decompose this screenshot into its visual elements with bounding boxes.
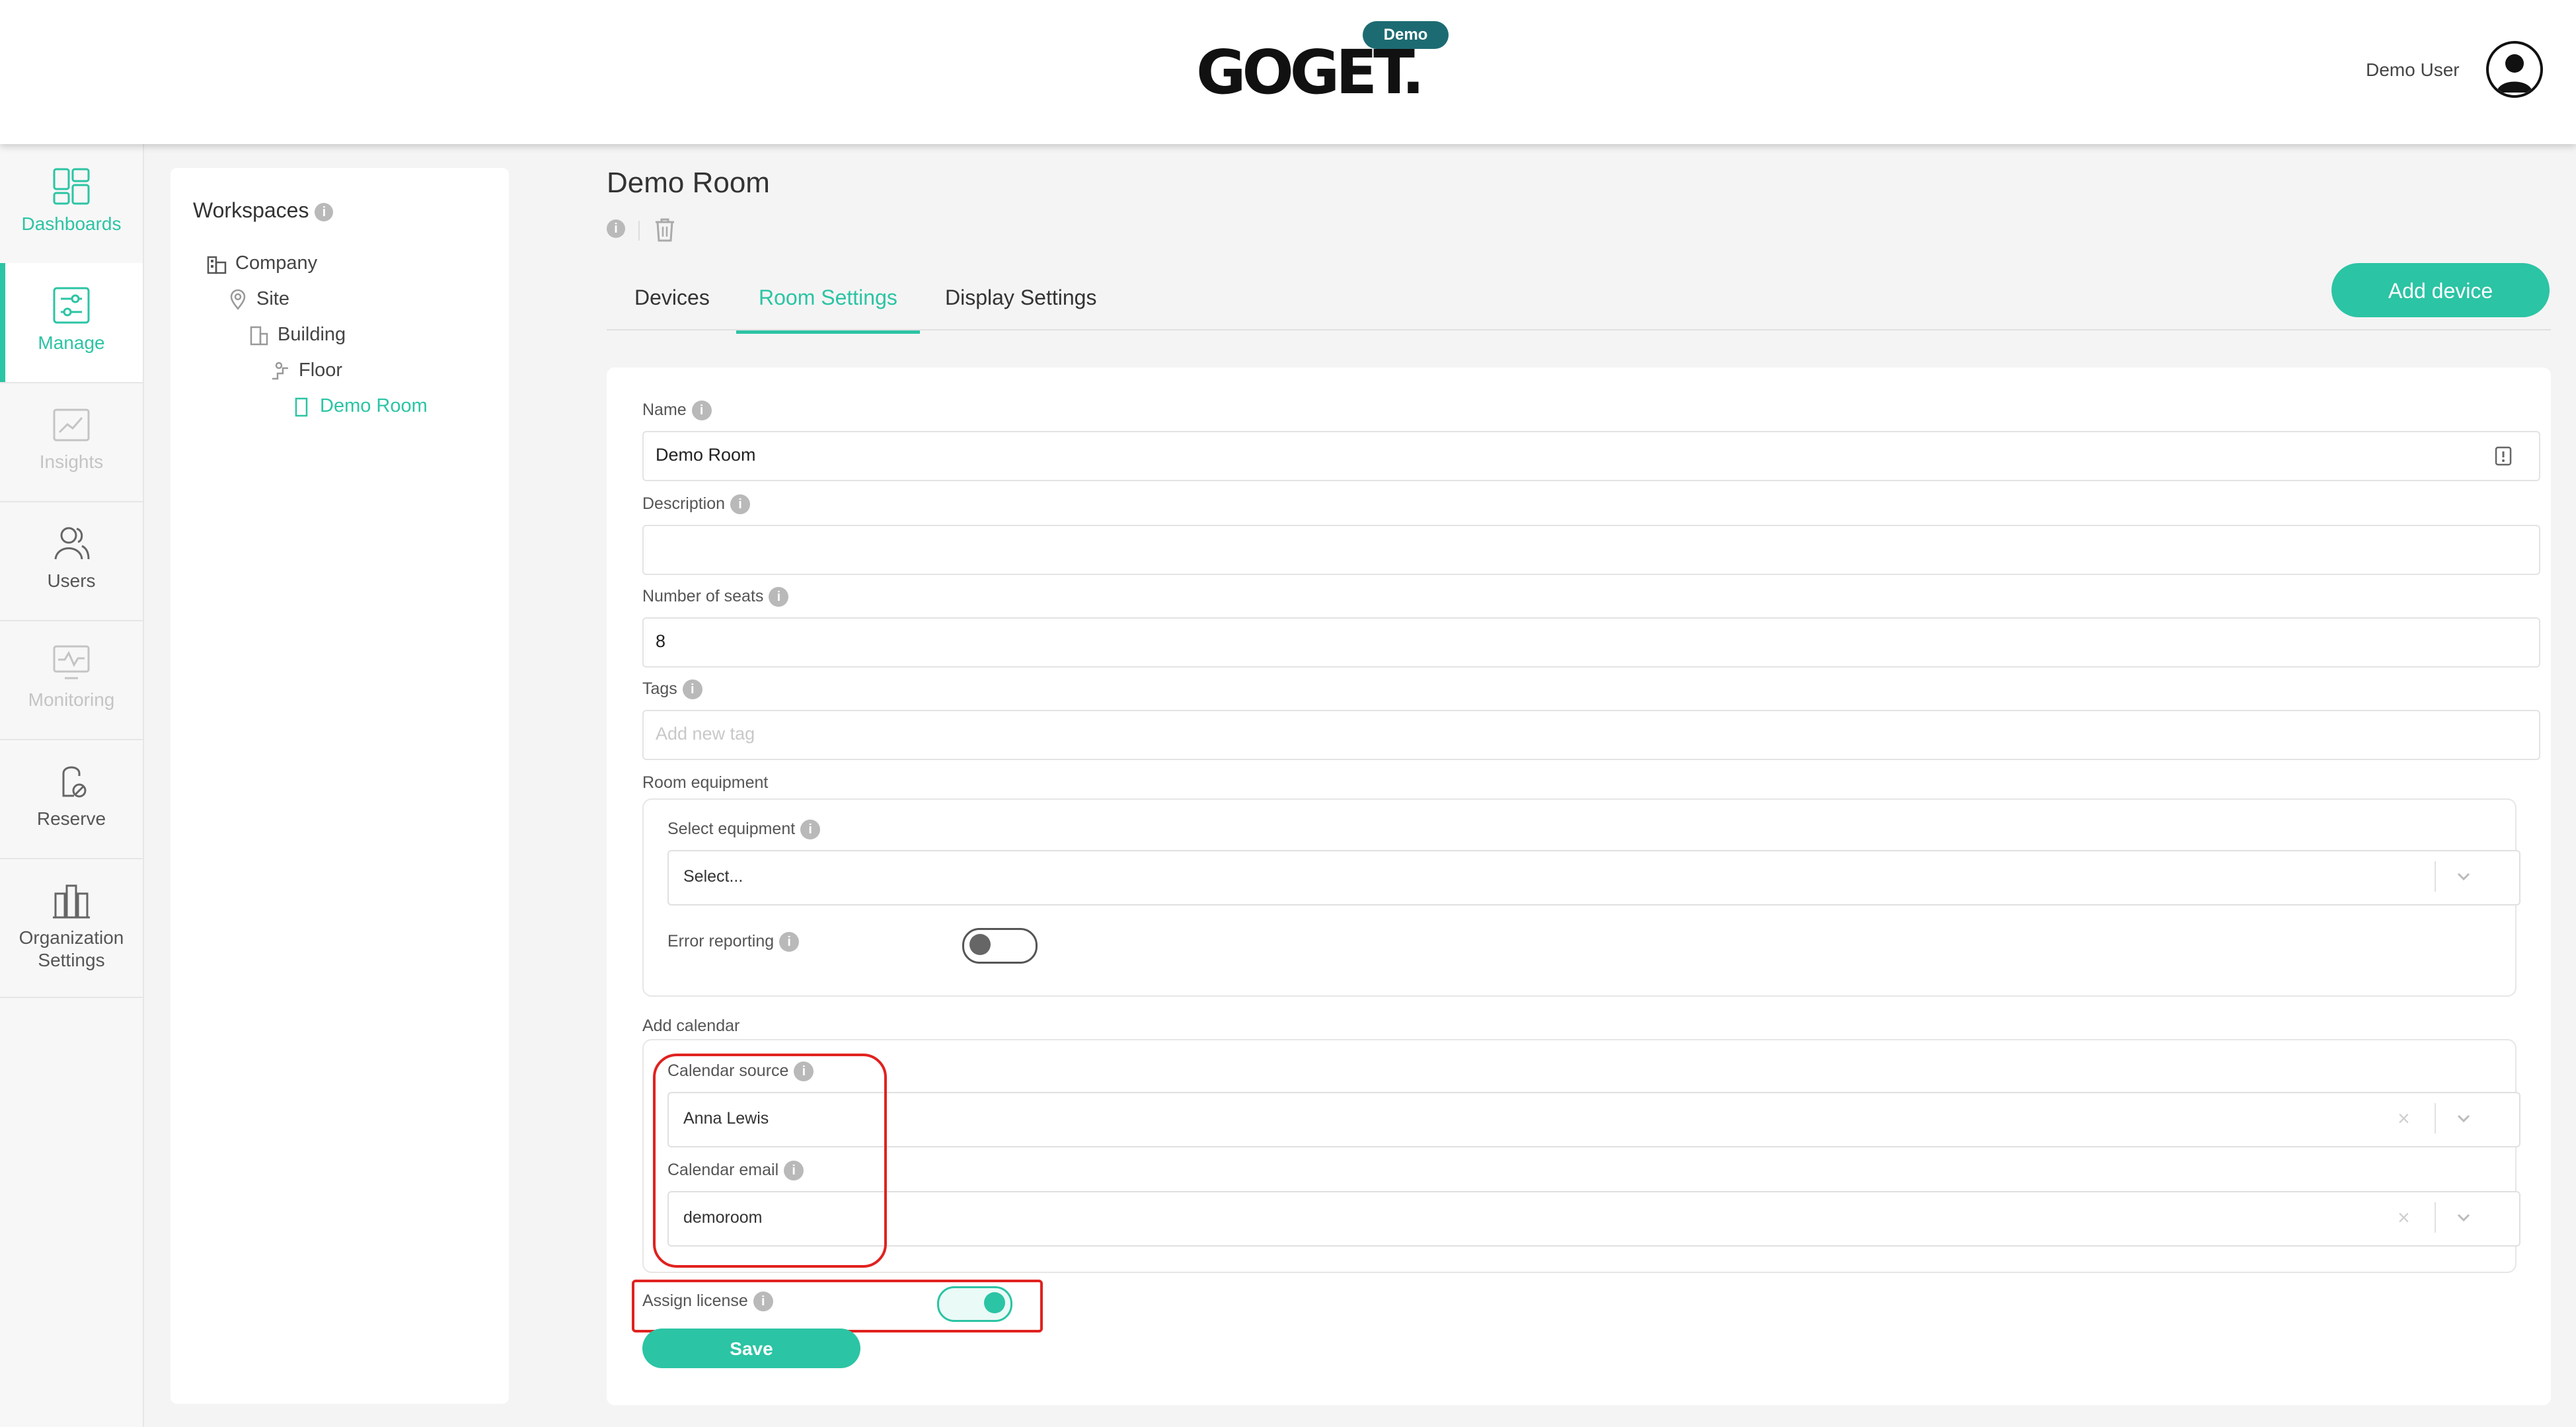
tab-devices[interactable]: Devices	[612, 280, 732, 330]
dashboard-icon	[53, 168, 90, 205]
save-button[interactable]: Save	[642, 1329, 860, 1368]
demo-badge: Demo	[1363, 21, 1449, 49]
equipment-select-value: Select...	[683, 867, 743, 886]
tree-item-label: Demo Room	[320, 395, 428, 416]
avatar[interactable]	[2486, 41, 2543, 98]
user-name[interactable]: Demo User	[2366, 59, 2460, 81]
error-reporting-toggle[interactable]	[962, 928, 1038, 964]
chevron-down-icon[interactable]	[2456, 1110, 2472, 1126]
sidebar-item-label: Manage	[38, 332, 105, 353]
clear-icon[interactable]: ×	[2398, 1093, 2410, 1143]
manage-icon	[53, 287, 90, 324]
trash-icon[interactable]	[653, 217, 677, 243]
tree-item-label: Site	[256, 288, 289, 309]
add-calendar-heading: Add calendar	[642, 1017, 740, 1035]
tree-item-building[interactable]: Building	[248, 321, 346, 348]
name-field-value: Demo Room	[656, 445, 756, 465]
select-separator	[2435, 1103, 2436, 1134]
tree-item-site[interactable]: Site	[227, 286, 289, 312]
room-equipment-heading: Room equipment	[642, 773, 769, 792]
seats-field[interactable]: 8	[642, 617, 2540, 668]
sidebar-item-label: Users	[47, 570, 96, 591]
tree-item-floor[interactable]: Floor	[270, 357, 342, 383]
clear-icon[interactable]: ×	[2398, 1192, 2410, 1243]
tree-item-label: Company	[235, 252, 318, 274]
name-label-text: Name	[642, 401, 687, 419]
description-label-text: Description	[642, 494, 726, 513]
workspaces-panel: Workspaces i Company Site Building Floor…	[170, 168, 509, 1404]
contact-card-icon[interactable]	[2494, 445, 2513, 467]
sidebar-item-reserve[interactable]: Reserve	[0, 739, 143, 859]
workspaces-title: Workspaces i	[193, 198, 334, 223]
seats-label-text: Number of seats	[642, 587, 764, 605]
sidebar-item-dashboards[interactable]: Dashboards	[0, 144, 143, 264]
tree-item-demo-room[interactable]: Demo Room	[291, 393, 428, 419]
info-icon[interactable]: i	[691, 401, 712, 421]
toggle-knob	[969, 934, 991, 955]
info-icon[interactable]: i	[682, 679, 702, 700]
error-reporting-label: Error reporting i	[667, 932, 800, 952]
equipment-select[interactable]: Select...	[667, 850, 2520, 906]
license-highlight	[632, 1280, 1043, 1332]
sidebar-item-label: Reserve	[36, 808, 106, 829]
info-icon[interactable]: i	[779, 932, 800, 952]
tags-label: Tags i	[642, 679, 702, 700]
sidebar-item-organization-settings[interactable]: Organization Settings	[0, 858, 143, 998]
sidebar-item-users[interactable]: Users	[0, 501, 143, 621]
description-label: Description i	[642, 494, 751, 515]
name-label: Name i	[642, 401, 712, 421]
sidebar-item-insights[interactable]: Insights	[0, 382, 143, 502]
insights-icon	[53, 408, 90, 442]
building-icon	[250, 327, 268, 346]
select-separator	[2435, 861, 2436, 892]
company-icon	[207, 256, 227, 274]
calendar-source-select[interactable]: Anna Lewis ×	[667, 1092, 2520, 1147]
info-icon[interactable]: i	[730, 494, 751, 515]
sidebar-nav: Dashboards Manage Insights Users Monitor…	[0, 144, 144, 1427]
info-icon[interactable]: i	[607, 219, 625, 238]
monitoring-icon	[53, 645, 90, 679]
user-avatar-icon	[2497, 54, 2532, 93]
floor-icon	[272, 362, 288, 380]
tree-item-label: Building	[278, 324, 346, 345]
chevron-down-icon[interactable]	[2456, 868, 2472, 884]
sidebar-item-label: Dashboards	[21, 213, 122, 234]
error-reporting-label-text: Error reporting	[667, 932, 775, 950]
sidebar-item-label: Insights	[39, 451, 104, 472]
tags-label-text: Tags	[642, 679, 677, 698]
top-header: GOGET. Demo Demo User	[0, 0, 2576, 144]
add-device-button[interactable]: Add device	[2331, 263, 2550, 317]
users-icon	[54, 527, 90, 560]
tree-item-company[interactable]: Company	[206, 250, 317, 276]
info-icon[interactable]: i	[800, 820, 821, 840]
room-icon	[295, 398, 308, 417]
seats-label: Number of seats i	[642, 587, 789, 607]
tab-display-settings[interactable]: Display Settings	[923, 280, 1119, 330]
organization-icon	[53, 884, 90, 919]
sidebar-item-label: Organization Settings	[19, 927, 124, 970]
page-title: Demo Room	[607, 167, 770, 199]
chevron-down-icon[interactable]	[2456, 1210, 2472, 1225]
description-field[interactable]	[642, 525, 2540, 575]
calendar-highlight	[653, 1054, 887, 1268]
reserve-icon	[62, 766, 87, 798]
sidebar-item-monitoring[interactable]: Monitoring	[0, 620, 143, 740]
calendar-email-select[interactable]: demoroom ×	[667, 1191, 2520, 1247]
sidebar-item-label: Monitoring	[28, 689, 115, 710]
divider	[638, 221, 640, 241]
location-pin-icon	[230, 289, 246, 311]
info-icon[interactable]: i	[315, 202, 334, 221]
workspaces-title-text: Workspaces	[193, 198, 309, 222]
tab-room-settings[interactable]: Room Settings	[736, 280, 920, 334]
name-field[interactable]: Demo Room	[642, 431, 2540, 481]
tags-input[interactable]: Add new tag	[642, 710, 2540, 760]
select-equipment-label-text: Select equipment	[667, 820, 796, 838]
sidebar-item-manage[interactable]: Manage	[0, 263, 143, 383]
info-icon[interactable]: i	[769, 587, 789, 607]
tree-item-label: Floor	[299, 360, 343, 381]
select-separator	[2435, 1202, 2436, 1233]
select-equipment-label: Select equipment i	[667, 820, 821, 840]
